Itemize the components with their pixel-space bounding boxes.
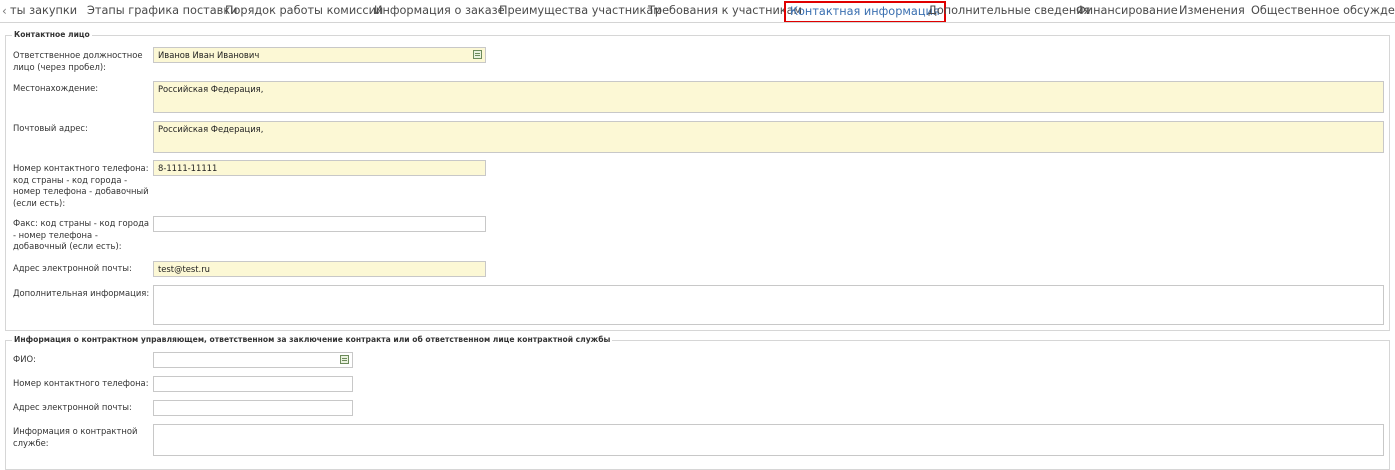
additional-info-label: Дополнительная информация: [13, 288, 150, 298]
contact-person-legend: Контактное лицо [12, 29, 92, 41]
tab-bar: ‹ ты закупки Этапы графика поставки Поря… [0, 0, 1395, 23]
manager-email-field[interactable] [153, 400, 353, 416]
tab-financing[interactable]: Финансирование [1076, 3, 1178, 19]
additional-info-field[interactable] [153, 285, 1384, 325]
fax-label: Факс: код страны - код города - номер те… [13, 218, 150, 251]
contract-service-label: Информация о контрактной службе: [13, 426, 138, 448]
tab-commission-procedure[interactable]: Порядок работы комиссии [225, 3, 383, 19]
contract-manager-legend: Информация о контрактном управляющем, от… [12, 334, 613, 346]
email-label: Адрес электронной почты: [13, 263, 132, 273]
tab-delivery-schedule[interactable]: Этапы графика поставки [87, 3, 238, 19]
tab-public-discussion[interactable]: Общественное обсуждение [1251, 3, 1395, 19]
fax-field[interactable] [153, 216, 486, 232]
chevron-left-icon[interactable]: ‹ [2, 3, 7, 19]
contract-service-field[interactable] [153, 424, 1384, 456]
manager-email-label: Адрес электронной почты: [13, 402, 132, 412]
responsible-person-value: Иванов Иван Иванович [158, 50, 260, 60]
tab-participant-requirements[interactable]: Требования к участникам [648, 3, 802, 19]
tab-additional-details[interactable]: Дополнительные сведения [928, 3, 1090, 19]
location-field[interactable]: Российская Федерация, [153, 81, 1384, 113]
tab-changes[interactable]: Изменения [1179, 3, 1245, 19]
location-label: Местонахождение: [13, 83, 99, 93]
tab-contact-info[interactable]: Контактная информация [784, 1, 946, 22]
responsible-person-field[interactable]: Иванов Иван Иванович [153, 47, 486, 63]
lookup-list-icon[interactable] [340, 355, 349, 364]
postal-address-label: Почтовый адрес: [13, 123, 88, 133]
postal-address-field[interactable]: Российская Федерация, [153, 121, 1384, 153]
lookup-list-icon[interactable] [473, 50, 482, 59]
manager-phone-field[interactable] [153, 376, 353, 392]
phone-label: Номер контактного телефона: код страны -… [13, 163, 149, 208]
fio-label: ФИО: [13, 354, 36, 364]
manager-phone-label: Номер контактного телефона: [13, 378, 149, 388]
email-field[interactable]: test@test.ru [153, 261, 486, 277]
fio-field[interactable] [153, 352, 353, 368]
tab-order-info[interactable]: Информация о заказе [374, 3, 505, 19]
phone-field[interactable]: 8-1111-11111 [153, 160, 486, 176]
tab-participant-advantages[interactable]: Преимущества участникам [499, 3, 662, 19]
responsible-person-label: Ответственное должностное лицо (через пр… [13, 50, 143, 72]
tab-procurement-objects[interactable]: ты закупки [10, 3, 77, 19]
